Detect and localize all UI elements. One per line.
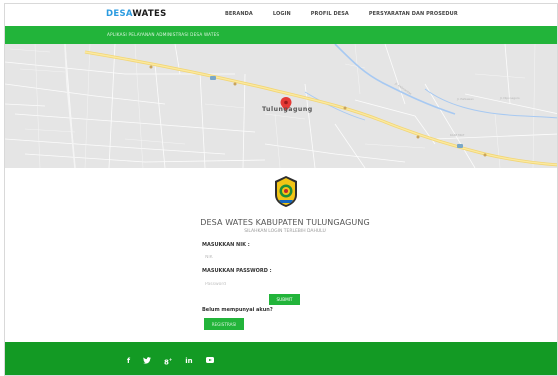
submit-button[interactable]: SUBMIT: [269, 294, 300, 305]
linkedin-icon[interactable]: in: [185, 357, 192, 365]
village-emblem: [273, 175, 299, 208]
password-label: MASUKKAN PASSWORD :: [202, 268, 272, 274]
no-account-text: Belum mempunyai akun?: [202, 307, 273, 313]
svg-text:KASE MGT: KASE MGT: [450, 133, 465, 137]
nav-persyaratan[interactable]: PERSYARATAN DAN PROSEDUR: [369, 11, 458, 17]
google-plus-icon[interactable]: 8+: [164, 356, 172, 366]
top-navbar: DESAWATES BERANDA LOGIN PROFIL DESA PERS…: [5, 4, 557, 26]
nav-beranda[interactable]: BERANDA: [225, 11, 253, 17]
twitter-icon[interactable]: [143, 356, 152, 366]
register-button[interactable]: REGISTRASI: [204, 318, 244, 330]
brand-logo[interactable]: DESAWATES: [106, 9, 167, 19]
page-title: DESA WATES KABUPATEN TULUNGAGUNG: [200, 218, 370, 227]
youtube-play-graphic: [205, 357, 214, 364]
map-embed[interactable]: Jl. Pahlawan Jl. Diponegoro KASE MGT Jl.…: [5, 44, 557, 168]
nav-profil-desa[interactable]: PROFIL DESA: [311, 11, 349, 17]
nav-login[interactable]: LOGIN: [273, 11, 291, 17]
nav-links: BERANDA LOGIN PROFIL DESA PERSYARATAN DA…: [225, 11, 478, 17]
sub-header-text: APLIKASI PELAYANAN ADMINISTRASI DESA WAT…: [107, 32, 220, 37]
password-input[interactable]: [202, 279, 362, 289]
social-links: f 8+ in: [127, 356, 227, 366]
nik-label: MASUKKAN NIK :: [202, 242, 250, 248]
svg-text:Jl. Pahlawan: Jl. Pahlawan: [456, 97, 474, 101]
youtube-icon[interactable]: [205, 357, 214, 365]
brand-part-desa: DESA: [106, 9, 133, 19]
brand-part-wates: WATES: [132, 9, 167, 19]
twitter-bird-graphic: [143, 356, 152, 364]
facebook-icon[interactable]: f: [127, 357, 130, 365]
page-subtitle: SILAHKAN LOGIN TERLEBIH DAHULU: [244, 229, 326, 234]
map-city-label: Tulungagung: [262, 106, 313, 113]
nik-input[interactable]: [202, 252, 362, 262]
sub-header: APLIKASI PELAYANAN ADMINISTRASI DESA WAT…: [5, 26, 557, 44]
browser-page: DESAWATES BERANDA LOGIN PROFIL DESA PERS…: [4, 3, 558, 376]
svg-text:Jl. Diponegoro: Jl. Diponegoro: [499, 96, 520, 100]
footer: f 8+ in: [5, 342, 557, 375]
emblem-graphic: [275, 176, 297, 207]
